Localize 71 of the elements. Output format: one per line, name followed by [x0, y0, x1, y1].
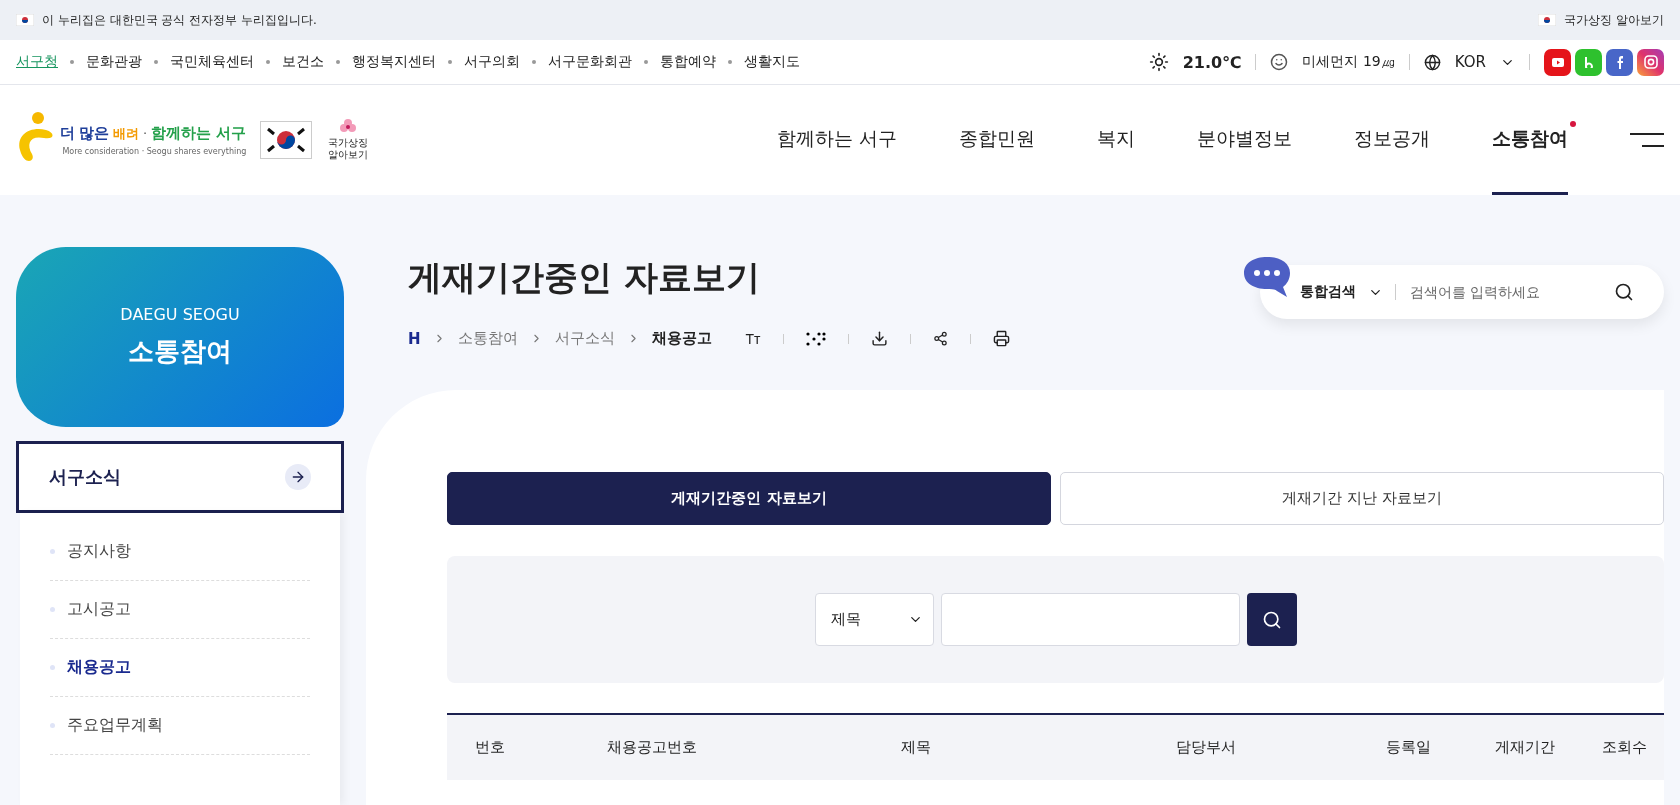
smiley-icon: [1270, 53, 1289, 71]
dust-reading: 미세먼지 19㎍: [1302, 53, 1395, 71]
keyword-input[interactable]: [940, 593, 1240, 646]
site-link[interactable]: 행정복지센터: [352, 53, 436, 71]
site-link[interactable]: 생활지도: [744, 53, 800, 71]
main-nav-item[interactable]: 복지: [1097, 85, 1135, 195]
search-icon: [1261, 609, 1282, 630]
column-header: 번호: [474, 737, 506, 758]
site-link[interactable]: 서구청: [16, 53, 58, 71]
site-link[interactable]: 서구의회: [464, 53, 520, 71]
section-header[interactable]: 서구소식: [16, 441, 344, 513]
side-menu-item[interactable]: 주요업무계획: [50, 697, 310, 755]
breadcrumb-link[interactable]: 서구소식: [554, 329, 615, 348]
column-header: 담당부서: [1175, 737, 1237, 758]
column-header: 등록일: [1385, 737, 1432, 758]
side-menu-item[interactable]: 채용공고: [50, 639, 310, 697]
sun-icon: [1148, 52, 1169, 72]
column-header: 채용공고번호: [606, 737, 698, 758]
hero-eyebrow: DAEGU SEOGU: [120, 305, 240, 324]
flower-icon: [340, 119, 357, 135]
search-button[interactable]: [1246, 593, 1297, 646]
logo-slogan: ·: [143, 126, 148, 141]
main-nav-item[interactable]: 소통참여: [1492, 85, 1568, 195]
flag-icon[interactable]: [260, 121, 313, 159]
facebook-icon[interactable]: [1606, 48, 1633, 76]
search-field-select[interactable]: 제목: [814, 593, 934, 646]
tab[interactable]: 게재기간 지난 자료보기: [1060, 472, 1664, 525]
video-icon[interactable]: [1544, 48, 1571, 76]
national-symbol-link[interactable]: 국가상징 알아보기: [1564, 11, 1664, 29]
flag-icon: [1538, 14, 1557, 26]
site-search-input[interactable]: 검색어를 입력하세요: [1408, 283, 1602, 301]
logo-slogan: 많은: [79, 124, 109, 143]
site-link[interactable]: 보건소: [282, 53, 324, 71]
search-icon[interactable]: [1614, 282, 1634, 302]
instagram-icon[interactable]: [1637, 48, 1664, 76]
logo-slogan: 더: [60, 124, 75, 143]
language-select[interactable]: KOR: [1454, 53, 1486, 71]
download-icon[interactable]: [870, 330, 888, 347]
site-link[interactable]: 서구문화회관: [548, 53, 632, 71]
breadcrumb-link[interactable]: 소통참여: [457, 329, 518, 348]
print-icon[interactable]: [992, 330, 1010, 347]
dots-icon[interactable]: [805, 331, 826, 346]
gov-notice: 이 누리집은 대한민국 공식 전자정부 누리집입니다.: [42, 11, 317, 29]
breadcrumb-link[interactable]: 채용공고: [651, 329, 712, 348]
symbol-link[interactable]: 국가상징 알아보기: [326, 137, 371, 161]
main-nav-item[interactable]: 종합민원: [959, 85, 1035, 195]
menu-icon[interactable]: [1630, 132, 1664, 148]
main-nav-item[interactable]: 정보공개: [1354, 85, 1430, 195]
hero-title: 소통참여: [128, 335, 232, 368]
flag-icon: [16, 14, 34, 26]
logo-slogan: 배려: [113, 124, 139, 143]
temperature: 21.0℃: [1182, 52, 1242, 72]
side-menu-item[interactable]: 공지사항: [50, 523, 310, 581]
tab[interactable]: 게재기간중인 자료보기: [447, 472, 1051, 525]
logo-tagline: More consideration · Seogu shares everything: [62, 147, 247, 156]
site-link[interactable]: 통합예약: [660, 53, 716, 71]
column-header: 게재기간: [1494, 737, 1556, 758]
main-nav-item[interactable]: 함께하는 서구: [776, 85, 897, 195]
site-link[interactable]: 국민체육센터: [170, 53, 254, 71]
search-scope-select[interactable]: 통합검색: [1300, 283, 1356, 301]
column-header: 조회수: [1600, 737, 1648, 758]
page-title: 게재기간중인 자료보기: [408, 256, 761, 299]
text-size-button[interactable]: Tт: [745, 330, 761, 347]
globe-icon: [1423, 53, 1441, 71]
home-link[interactable]: H: [408, 329, 421, 348]
side-menu-item[interactable]: 고시공고: [50, 581, 310, 639]
column-header: 제목: [900, 737, 932, 758]
main-nav-item[interactable]: 분야별정보: [1197, 85, 1292, 195]
site-link[interactable]: 문화관광: [86, 53, 142, 71]
share-icon[interactable]: [932, 331, 948, 346]
logo-slogan: 함께하는 서구: [151, 124, 247, 143]
